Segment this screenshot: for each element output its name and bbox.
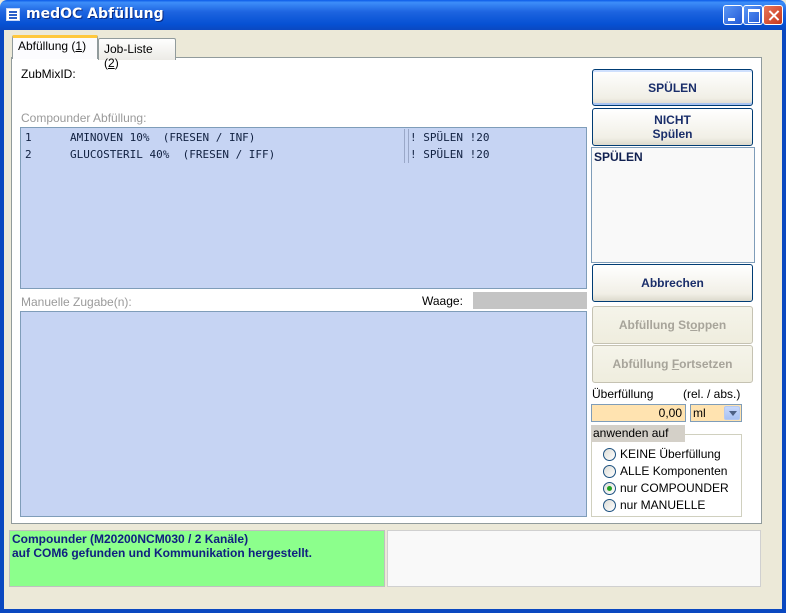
row-action: ! SPÜLEN !20 xyxy=(410,148,490,161)
radio-label: ALLE Komponenten xyxy=(620,464,728,478)
info-text: SPÜLEN xyxy=(594,150,643,164)
nicht-spuelen-label-line2: Spülen xyxy=(652,127,693,141)
nicht-spuelen-button[interactable]: NICHT Spülen xyxy=(592,108,753,146)
stoppen-label-text: ppen xyxy=(697,318,727,332)
unit-select[interactable]: ml xyxy=(690,404,742,422)
manuelle-zugabe-list[interactable] xyxy=(20,311,587,517)
status-line-1: Compounder (M20200NCM030 / 2 Kanäle) xyxy=(12,532,249,546)
radio-label: nur MANUELLE xyxy=(620,498,706,512)
info-textbox[interactable]: SPÜLEN xyxy=(591,147,755,263)
radio-nur-manuelle[interactable]: nur MANUELLE xyxy=(603,497,705,513)
status-message-box: Compounder (M20200NCM030 / 2 Kanäle) auf… xyxy=(9,530,385,587)
zubmix-label: ZubMixID: xyxy=(21,67,76,81)
window-frame-right xyxy=(782,30,786,613)
app-icon[interactable] xyxy=(6,8,20,21)
column-separator xyxy=(404,146,405,163)
fortsetzen-label-text: Abfüllung xyxy=(612,357,672,371)
list-item[interactable]: 2 GLUCOSTERIL 40% (FRESEN / IFF) ! SPÜLE… xyxy=(21,146,586,163)
chevron-down-icon[interactable] xyxy=(724,406,740,420)
title-bar[interactable]: medOC Abfüllung xyxy=(0,0,786,30)
fortsetzen-label: Abfüllung Fortsetzen xyxy=(612,357,732,371)
unit-select-value: ml xyxy=(693,406,706,420)
tab-hotkey: 2 xyxy=(108,56,115,70)
abbrechen-button[interactable]: Abbrechen xyxy=(592,264,753,302)
list-item[interactable]: 1 AMINOVEN 10% (FRESEN / INF) ! SPÜLEN !… xyxy=(21,129,586,146)
tab-job-liste[interactable]: Job-Liste (2) xyxy=(98,38,176,70)
nicht-spuelen-label-line1: NICHT xyxy=(654,113,691,127)
tab-label: ) xyxy=(82,39,87,53)
ueberfuellung-input[interactable]: 0,00 xyxy=(591,404,686,422)
status-secondary-box xyxy=(387,530,761,587)
maximize-button[interactable] xyxy=(743,5,763,25)
row-component: GLUCOSTERIL 40% (FRESEN / IFF) xyxy=(70,148,276,161)
close-button[interactable] xyxy=(763,5,783,25)
status-line-2: auf COM6 gefunden und Kommunikation herg… xyxy=(12,546,313,560)
abfuellung-fortsetzen-button[interactable]: Abfüllung Fortsetzen xyxy=(592,345,753,383)
anwenden-label: anwenden auf xyxy=(591,425,685,442)
spuelen-button-label: SPÜLEN xyxy=(648,80,697,95)
column-separator xyxy=(404,129,405,146)
column-separator xyxy=(408,146,409,163)
stoppen-hotkey: o xyxy=(690,318,698,332)
radio-alle-komponenten[interactable]: ALLE Komponenten xyxy=(603,463,727,479)
radio-icon[interactable] xyxy=(603,464,616,478)
radio-keine-ueberfuellung[interactable]: KEINE Überfüllung xyxy=(603,446,721,462)
tab-label: ) xyxy=(114,56,119,70)
waage-display xyxy=(473,292,587,309)
compounder-abfuellung-label: Compounder Abfüllung: xyxy=(21,111,147,125)
manuelle-zugabe-label: Manuelle Zugabe(n): xyxy=(21,295,132,309)
radio-label: nur COMPOUNDER xyxy=(620,481,729,495)
window-frame-bottom xyxy=(0,609,786,613)
rel-abs-label: (rel. / abs.) xyxy=(683,387,741,401)
row-component: AMINOVEN 10% (FRESEN / INF) xyxy=(70,131,256,144)
row-number: 2 xyxy=(25,148,32,161)
radio-label: KEINE Überfüllung xyxy=(620,447,721,461)
window-title: medOC Abfüllung xyxy=(26,6,164,22)
spuelen-button[interactable]: SPÜLEN xyxy=(592,69,753,106)
waage-label: Waage: xyxy=(422,294,463,308)
stoppen-label: Abfüllung Stoppen xyxy=(619,318,726,332)
ueberfuellung-label: Überfüllung xyxy=(592,387,654,401)
abbrechen-button-label: Abbrechen xyxy=(641,276,704,290)
window-frame-left xyxy=(0,30,4,613)
row-number: 1 xyxy=(25,131,32,144)
stoppen-label-text: Abfüllung St xyxy=(618,318,691,332)
radio-checked-icon[interactable] xyxy=(603,481,616,495)
minimize-button[interactable] xyxy=(723,5,743,25)
radio-nur-compounder[interactable]: nur COMPOUNDER xyxy=(603,480,729,496)
fortsetzen-label-text: ortsetzen xyxy=(679,357,733,371)
tab-abfuellung[interactable]: Abfüllung (1) xyxy=(12,35,98,59)
row-action: ! SPÜLEN !20 xyxy=(410,131,490,144)
column-separator xyxy=(408,129,409,146)
abfuellung-stoppen-button[interactable]: Abfüllung Stoppen xyxy=(592,306,753,344)
radio-icon[interactable] xyxy=(603,498,616,512)
compounder-list[interactable]: 1 AMINOVEN 10% (FRESEN / INF) ! SPÜLEN !… xyxy=(20,127,587,289)
tab-label: Abfüllung ( xyxy=(18,39,76,53)
radio-icon[interactable] xyxy=(603,447,616,461)
